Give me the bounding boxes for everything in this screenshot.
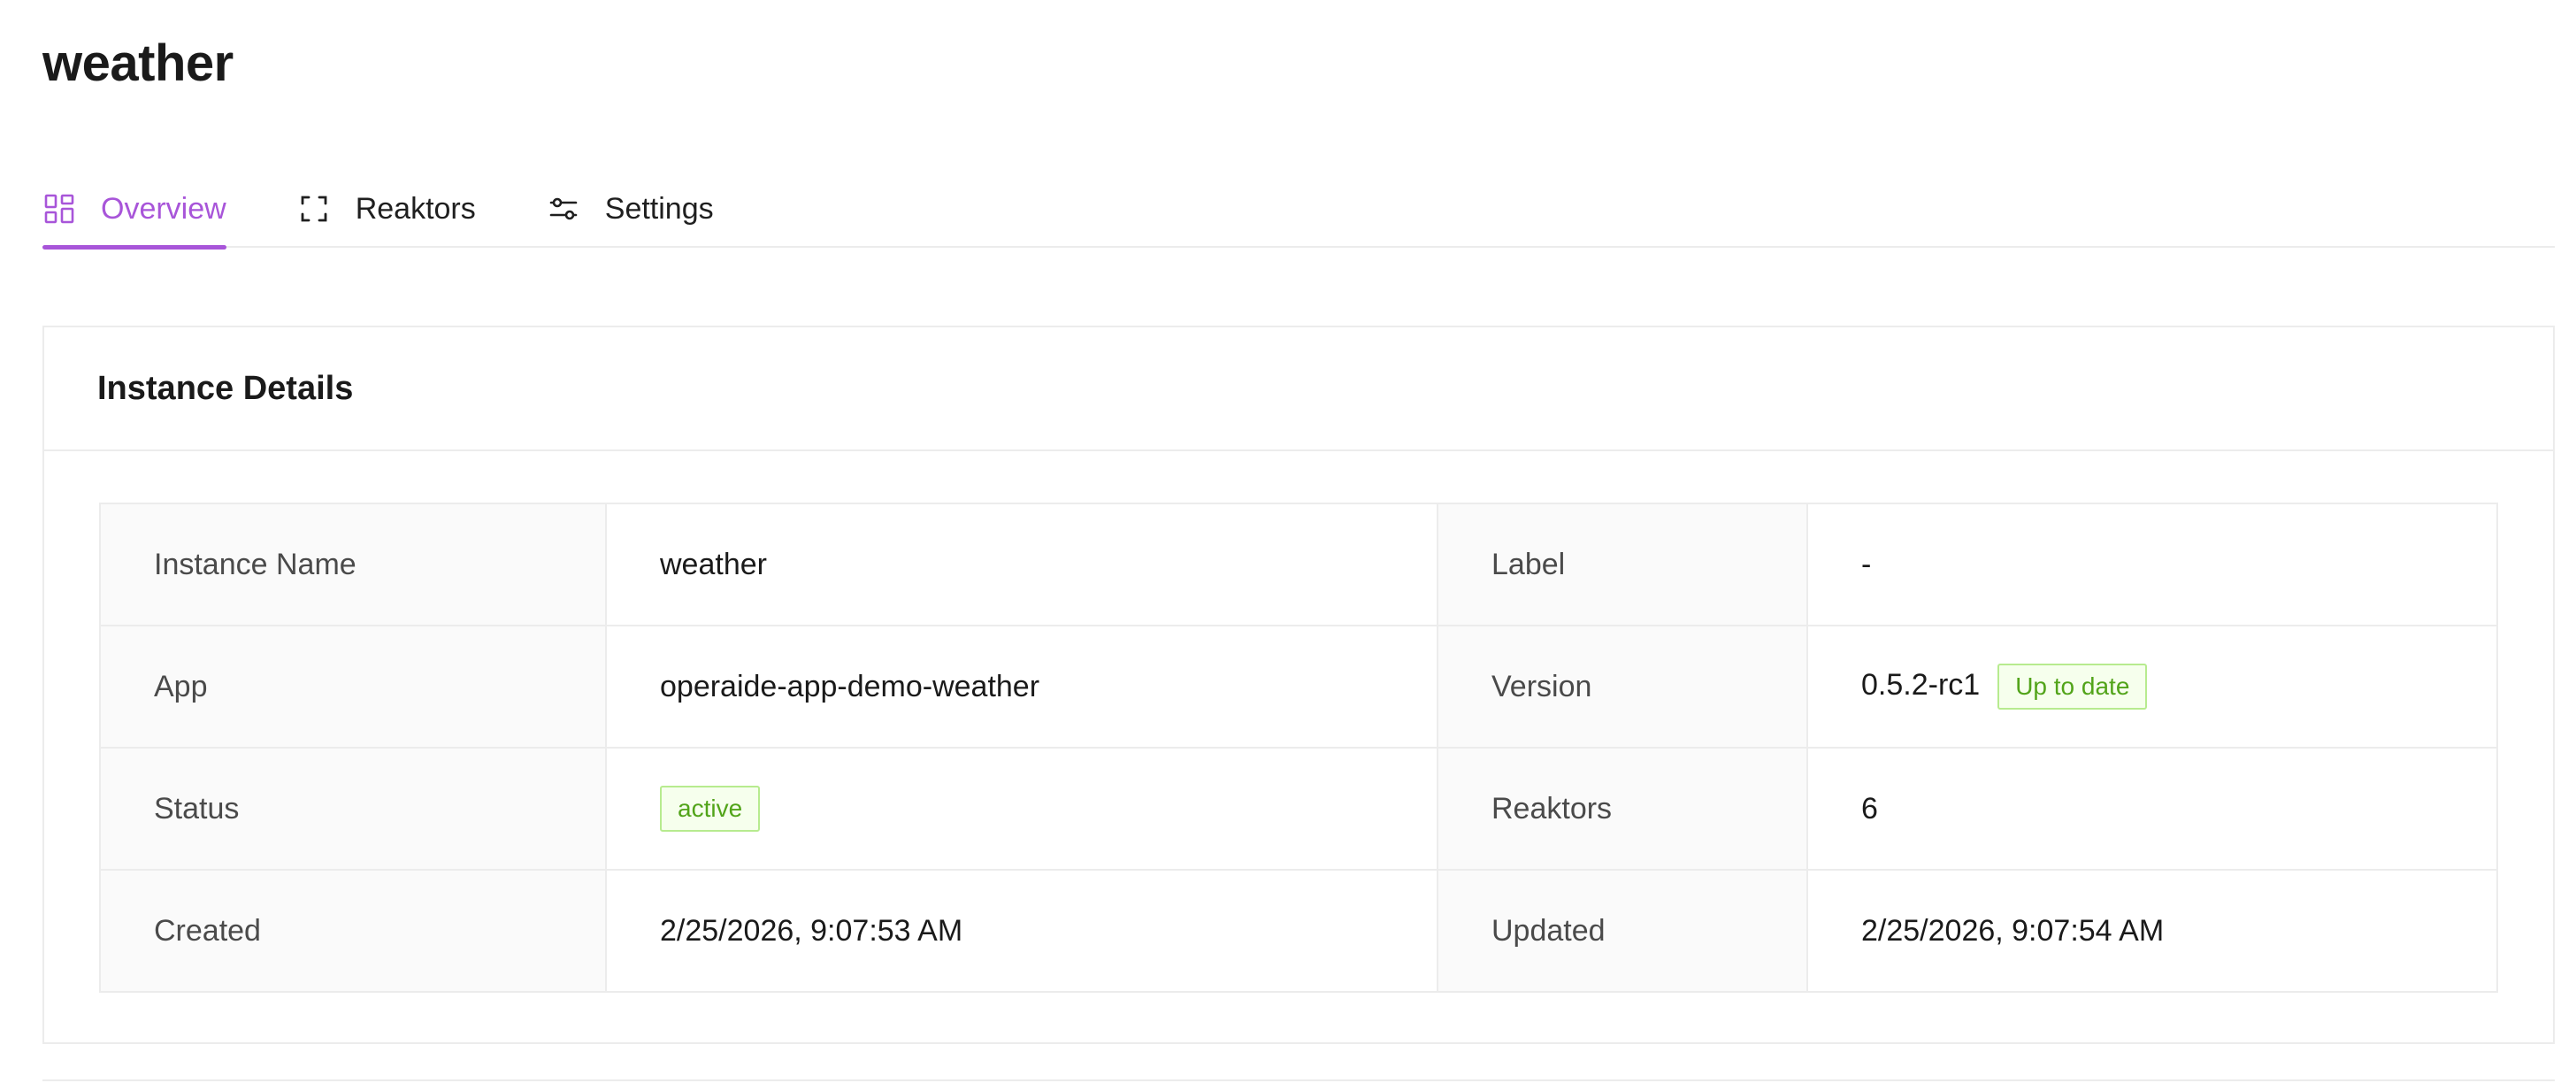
- table-row: Instance Name weather Label -: [99, 503, 2498, 626]
- dashboard-icon: [42, 192, 76, 226]
- page: weather Overview Reaktors Settings Insta…: [0, 0, 2576, 1083]
- tab-settings-label: Settings: [604, 191, 714, 226]
- card-body: Instance Name weather Label - App operai…: [44, 451, 2553, 993]
- created-value: 2/25/2026, 9:07:53 AM: [605, 869, 1438, 993]
- reaktors-value: 6: [1806, 747, 2498, 871]
- app-value: operaide-app-demo-weather: [605, 625, 1438, 749]
- status-cell: active: [605, 747, 1438, 871]
- reaktors-label: Reaktors: [1437, 747, 1808, 871]
- table-row: App operaide-app-demo-weather Version 0.…: [99, 625, 2498, 749]
- details-table: Instance Name weather Label - App operai…: [99, 503, 2498, 993]
- tab-settings[interactable]: Settings: [547, 173, 714, 246]
- page-title: weather: [42, 35, 234, 92]
- status-label: Status: [99, 747, 607, 871]
- updated-value: 2/25/2026, 9:07:54 AM: [1806, 869, 2498, 993]
- version-label: Version: [1437, 625, 1808, 749]
- status-badge: active: [660, 785, 761, 833]
- tab-overview-label: Overview: [101, 191, 226, 226]
- label-value: -: [1806, 503, 2498, 626]
- tab-overview[interactable]: Overview: [42, 173, 226, 250]
- app-label: App: [99, 625, 607, 749]
- up-to-date-badge: Up to date: [1997, 663, 2148, 710]
- card-header: Instance Details: [44, 327, 2553, 451]
- table-row: Created 2/25/2026, 9:07:53 AM Updated 2/…: [99, 869, 2498, 993]
- sliders-icon: [547, 192, 580, 226]
- divider: [42, 1079, 2555, 1081]
- created-label: Created: [99, 869, 607, 993]
- expand-frame-icon: [297, 192, 331, 226]
- label-label: Label: [1437, 503, 1808, 626]
- instance-details-card: Instance Details Instance Name weather L…: [42, 326, 2555, 1044]
- version-value: 0.5.2-rc1: [1861, 667, 1981, 702]
- instance-name-value: weather: [605, 503, 1438, 626]
- table-row: Status active Reaktors 6: [99, 747, 2498, 871]
- updated-label: Updated: [1437, 869, 1808, 993]
- tab-reaktors[interactable]: Reaktors: [297, 173, 476, 246]
- instance-name-label: Instance Name: [99, 503, 607, 626]
- version-cell: 0.5.2-rc1 Up to date: [1806, 625, 2498, 749]
- tab-reaktors-label: Reaktors: [355, 191, 476, 226]
- tab-bar: Overview Reaktors Settings: [42, 173, 2555, 250]
- card-title: Instance Details: [97, 369, 354, 407]
